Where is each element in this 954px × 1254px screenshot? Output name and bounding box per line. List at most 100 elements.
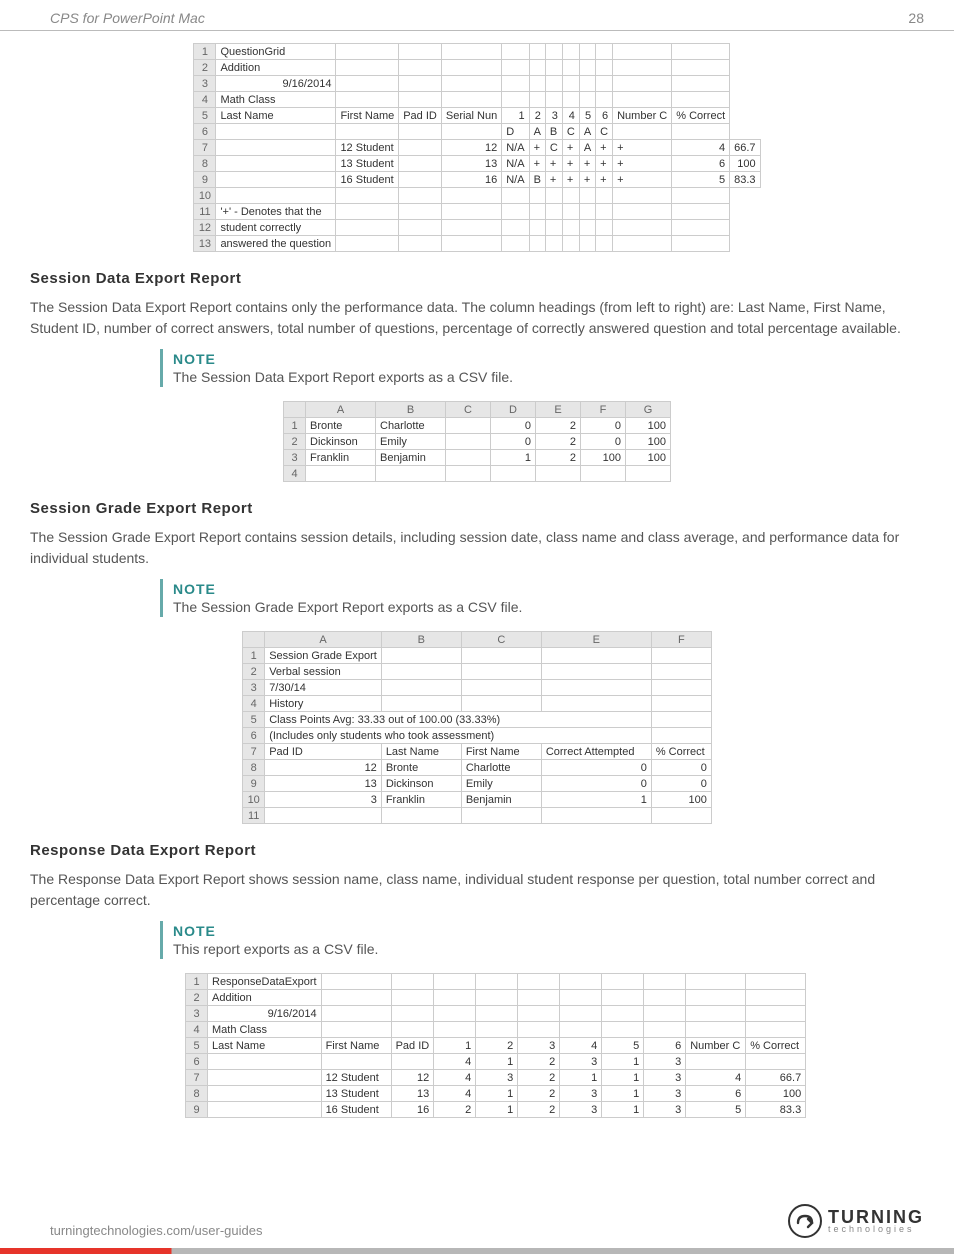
col-header: D bbox=[491, 402, 536, 418]
cell bbox=[208, 1070, 322, 1086]
cell: % Correct bbox=[746, 1038, 806, 1054]
col-header: C bbox=[461, 632, 541, 648]
cell: 3 bbox=[265, 792, 382, 808]
cell bbox=[651, 664, 711, 680]
cell: + bbox=[529, 156, 545, 172]
cell bbox=[461, 808, 541, 824]
cell bbox=[381, 648, 461, 664]
cell: Last Name bbox=[381, 744, 461, 760]
cell: 1 bbox=[491, 450, 536, 466]
cell: 5 bbox=[579, 108, 595, 124]
cell bbox=[529, 220, 545, 236]
note-body: This report exports as a CSV file. bbox=[173, 941, 810, 957]
cell bbox=[581, 466, 626, 482]
cell bbox=[502, 60, 529, 76]
cell: 1 bbox=[476, 1102, 518, 1118]
cell bbox=[672, 60, 730, 76]
cell bbox=[529, 76, 545, 92]
cell bbox=[321, 974, 391, 990]
cell bbox=[651, 808, 711, 824]
row-number: 2 bbox=[186, 990, 208, 1006]
cell: Addition bbox=[216, 60, 336, 76]
cell: QuestionGrid bbox=[216, 44, 336, 60]
cell: Class Points Avg: 33.33 out of 100.00 (3… bbox=[265, 712, 652, 728]
cell: 0 bbox=[651, 760, 711, 776]
cell bbox=[446, 450, 491, 466]
cell: + bbox=[596, 172, 613, 188]
cell: 2 bbox=[536, 418, 581, 434]
cell bbox=[461, 664, 541, 680]
col-header: F bbox=[581, 402, 626, 418]
cell bbox=[529, 236, 545, 252]
cell: 3 bbox=[644, 1054, 686, 1070]
cell bbox=[461, 680, 541, 696]
cell bbox=[399, 236, 442, 252]
cell bbox=[434, 1022, 476, 1038]
cell bbox=[545, 188, 562, 204]
cell: + bbox=[579, 156, 595, 172]
cell: 0 bbox=[581, 418, 626, 434]
cell bbox=[545, 92, 562, 108]
page-content: 1QuestionGrid2Addition39/16/20144Math Cl… bbox=[0, 43, 954, 1118]
cell: 13 bbox=[391, 1086, 434, 1102]
cell bbox=[613, 60, 672, 76]
cell bbox=[579, 220, 595, 236]
cell bbox=[216, 172, 336, 188]
col-header: E bbox=[536, 402, 581, 418]
cell: + bbox=[562, 172, 579, 188]
cell bbox=[518, 1022, 560, 1038]
cell bbox=[746, 974, 806, 990]
cell: 100 bbox=[581, 450, 626, 466]
cell bbox=[476, 990, 518, 1006]
cell: Pad ID bbox=[265, 744, 382, 760]
cell bbox=[602, 1006, 644, 1022]
col-header: A bbox=[306, 402, 376, 418]
row-number: 11 bbox=[243, 808, 265, 824]
cell: 1 bbox=[476, 1054, 518, 1070]
session-data-table: ABCDEFG 1BronteCharlotte0201002Dickinson… bbox=[283, 401, 671, 482]
cell bbox=[321, 990, 391, 1006]
col-header: B bbox=[381, 632, 461, 648]
cell: 1 bbox=[560, 1070, 602, 1086]
cell bbox=[502, 204, 529, 220]
cell bbox=[399, 220, 442, 236]
cell bbox=[613, 220, 672, 236]
cell bbox=[746, 990, 806, 1006]
cell: 3 bbox=[644, 1102, 686, 1118]
cell bbox=[476, 974, 518, 990]
col-header bbox=[243, 632, 265, 648]
cell bbox=[336, 188, 399, 204]
cell: 4 bbox=[560, 1038, 602, 1054]
cell bbox=[579, 44, 595, 60]
note-title: NOTE bbox=[173, 581, 810, 597]
cell bbox=[536, 466, 581, 482]
session-grade-table: ABCEF 1Session Grade Export2Verbal sessi… bbox=[242, 631, 712, 824]
page-footer: turningtechnologies.com/user-guides TURN… bbox=[0, 1204, 954, 1254]
cell bbox=[596, 204, 613, 220]
section-title: Session Data Export Report bbox=[30, 270, 924, 287]
cell bbox=[596, 44, 613, 60]
cell: + bbox=[613, 156, 672, 172]
cell: B bbox=[529, 172, 545, 188]
note-title: NOTE bbox=[173, 923, 810, 939]
section-body: The Session Data Export Report contains … bbox=[30, 297, 924, 339]
cell: ResponseDataExport bbox=[208, 974, 322, 990]
row-number: 13 bbox=[194, 236, 216, 252]
cell bbox=[644, 990, 686, 1006]
row-number: 1 bbox=[194, 44, 216, 60]
cell bbox=[613, 76, 672, 92]
cell bbox=[562, 60, 579, 76]
cell bbox=[399, 60, 442, 76]
row-number: 1 bbox=[243, 648, 265, 664]
cell bbox=[672, 92, 730, 108]
row-number: 5 bbox=[186, 1038, 208, 1054]
cell: Bronte bbox=[381, 760, 461, 776]
cell bbox=[672, 204, 730, 220]
cell bbox=[651, 712, 711, 728]
cell bbox=[545, 60, 562, 76]
cell bbox=[651, 696, 711, 712]
cell: 1 bbox=[602, 1070, 644, 1086]
cell: 6 bbox=[686, 1086, 746, 1102]
cell: First Name bbox=[461, 744, 541, 760]
cell: + bbox=[613, 172, 672, 188]
